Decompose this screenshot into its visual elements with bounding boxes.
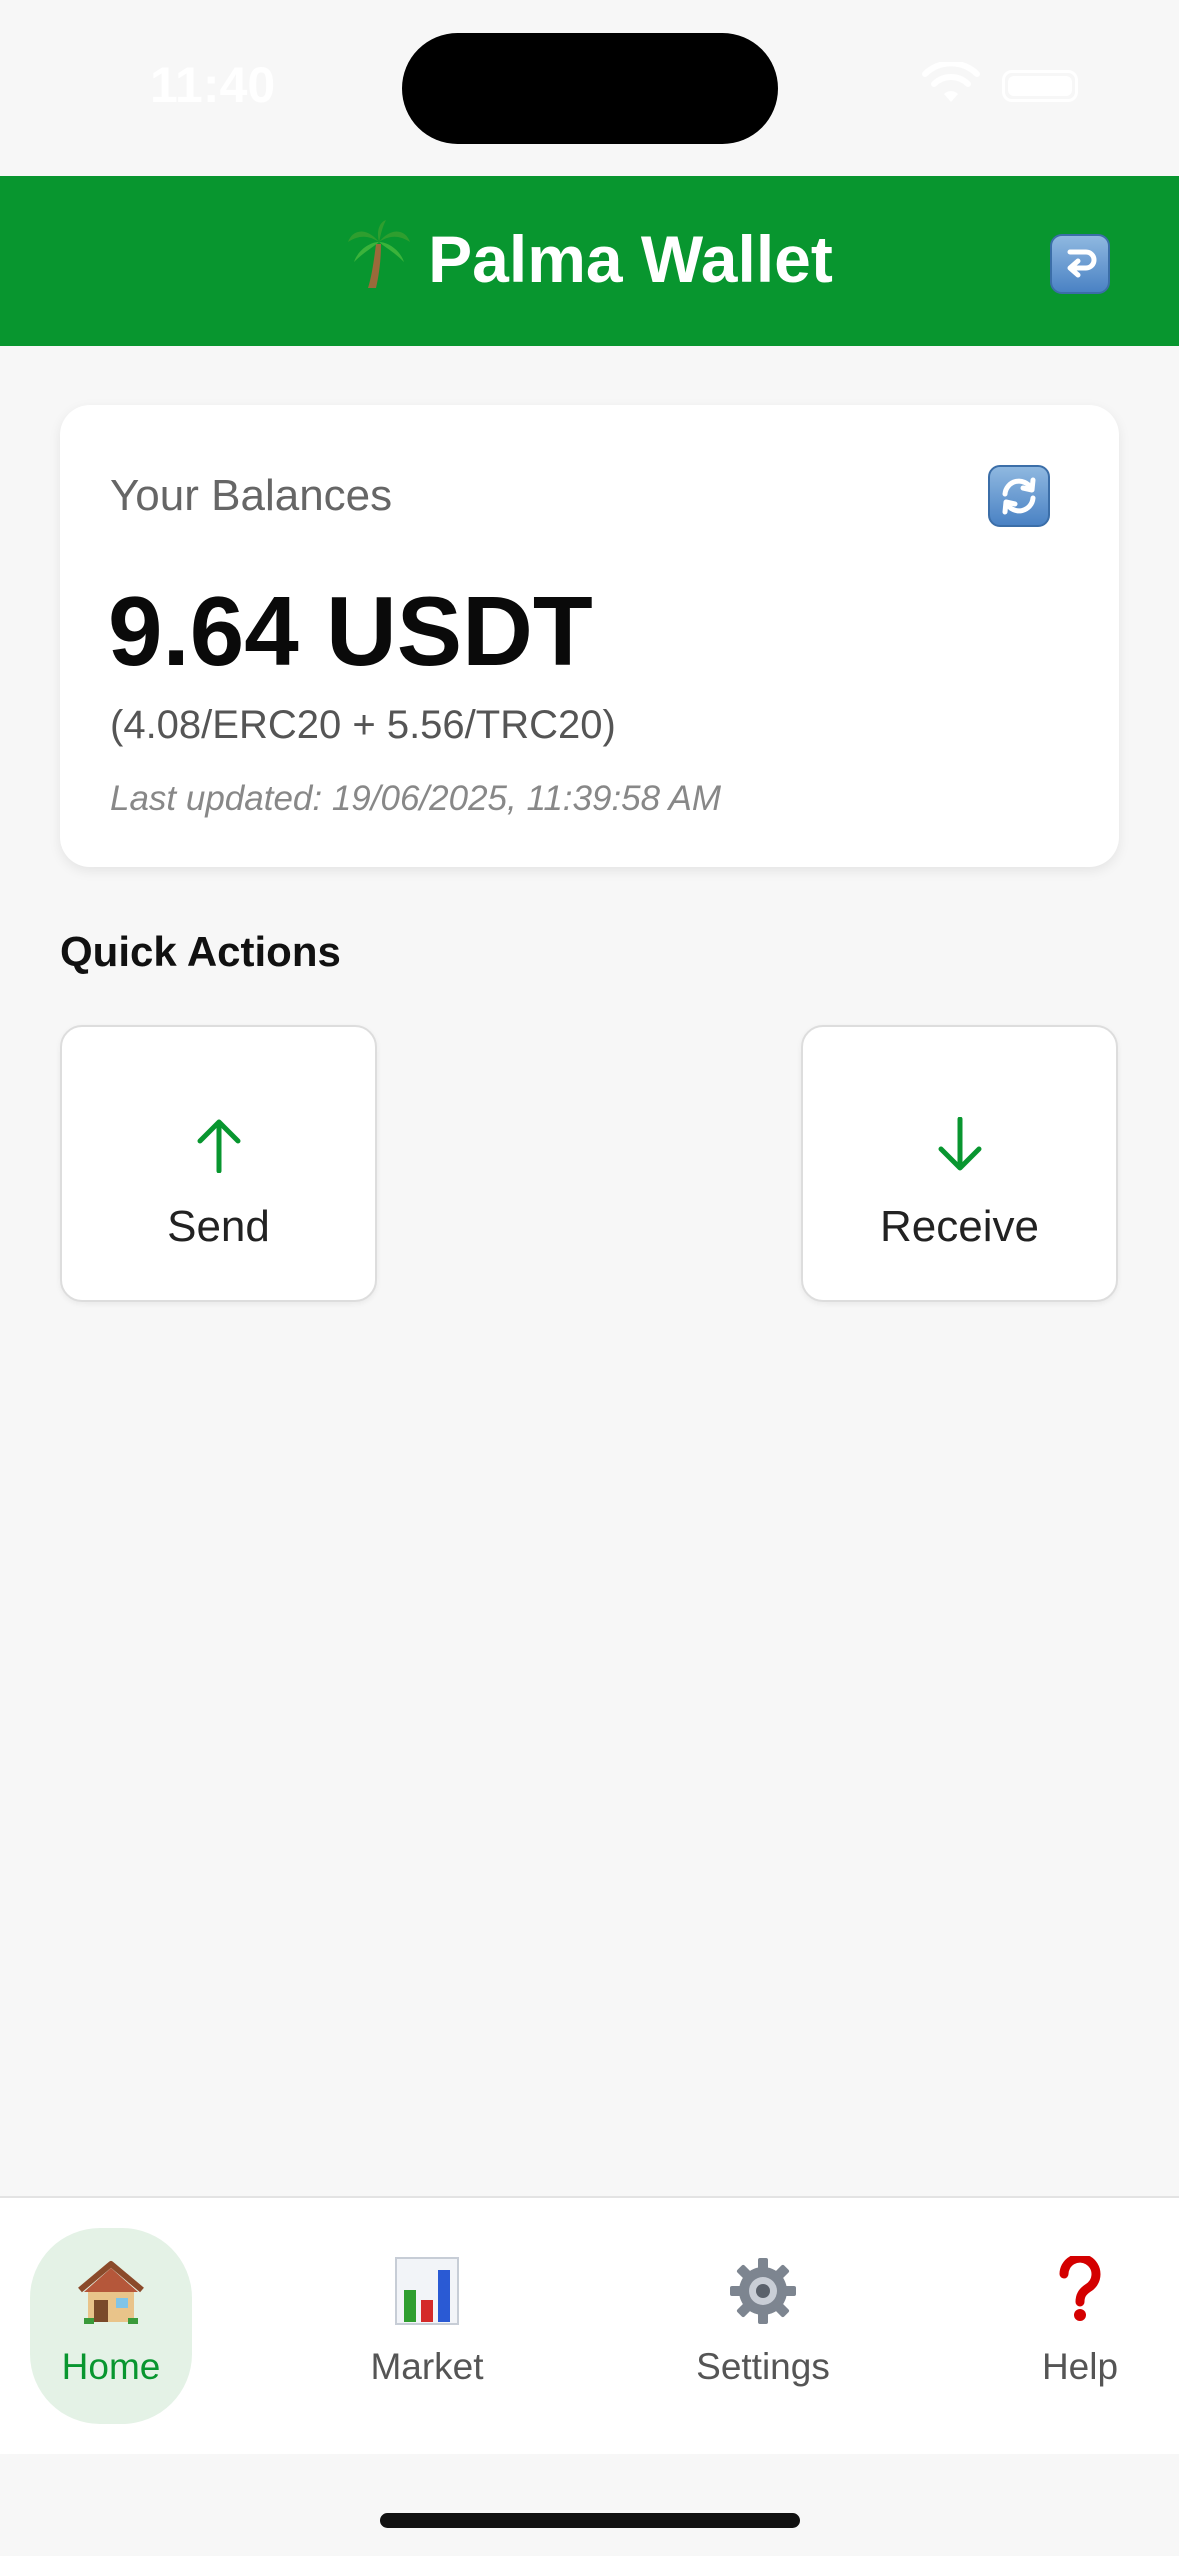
wallet-home-screen: 11:40 Palma Wallet Your Balances 9.64 US… [0, 0, 1179, 2556]
tab-settings[interactable]: Settings [680, 2228, 846, 2424]
bottom-tab-bar: Home Market Settings Help [0, 2196, 1179, 2454]
balance-amount: 9.64 USDT [108, 576, 593, 686]
home-icon [30, 2256, 192, 2330]
receive-label: Receive [880, 1202, 1039, 1251]
tab-help-label: Help [1041, 2346, 1119, 2387]
last-updated-timestamp: Last updated: 19/06/2025, 11:39:58 AM [110, 779, 722, 818]
arrow-up-icon [62, 1117, 375, 1177]
receive-button[interactable]: Receive [801, 1025, 1118, 1302]
question-mark-icon [1020, 2256, 1140, 2330]
balance-breakdown: (4.08/ERC20 + 5.56/TRC20) [110, 703, 616, 747]
balance-label: Your Balances [110, 471, 393, 520]
refresh-balance-button[interactable] [988, 465, 1050, 527]
logout-button[interactable] [1050, 234, 1110, 294]
app-header: Palma Wallet [0, 176, 1179, 346]
logout-icon [1067, 249, 1097, 278]
tab-help[interactable]: Help [1020, 2228, 1140, 2424]
send-label: Send [167, 1202, 270, 1251]
tab-market[interactable]: Market [346, 2228, 508, 2424]
wifi-icon [922, 60, 980, 106]
refresh-icon [1002, 477, 1036, 515]
send-button[interactable]: Send [60, 1025, 377, 1302]
battery-icon [1002, 70, 1078, 102]
tab-home-label: Home [61, 2346, 161, 2387]
tab-market-label: Market [370, 2346, 484, 2387]
gear-icon [680, 2256, 846, 2330]
app-title: Palma Wallet [0, 220, 1179, 297]
status-bar: 11:40 [0, 0, 1179, 176]
arrow-down-icon [803, 1117, 1116, 1177]
quick-actions-title: Quick Actions [60, 928, 341, 975]
balance-card: Your Balances 9.64 USDT (4.08/ERC20 + 5.… [60, 405, 1119, 867]
palm-tree-icon [346, 220, 412, 297]
dynamic-island [402, 33, 778, 144]
tab-home[interactable]: Home [30, 2228, 192, 2424]
status-time: 11:40 [150, 57, 276, 113]
app-title-text: Palma Wallet [428, 222, 833, 296]
bar-chart-icon [346, 2256, 508, 2330]
tab-settings-label: Settings [696, 2346, 830, 2387]
home-indicator [380, 2513, 800, 2528]
